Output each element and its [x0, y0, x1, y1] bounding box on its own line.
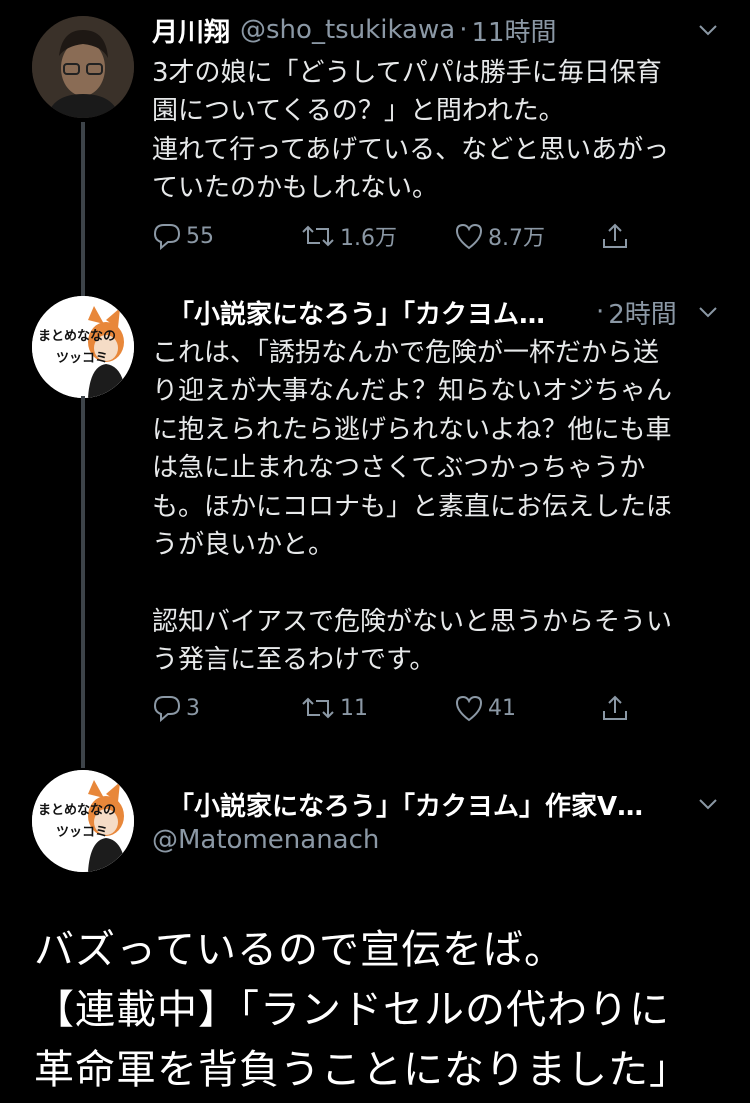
chevron-down-icon[interactable] [696, 18, 720, 42]
tweet-text: 3才の娘に「どうしてパパは勝手に毎日保育 園についてくるの？」と問われた。 連れ… [152, 58, 670, 204]
retweet-button[interactable]: 11 [300, 688, 368, 728]
like-button[interactable]: 8.7万 [454, 216, 545, 256]
thread-line [81, 760, 85, 768]
avatar[interactable]: まとめななの ツッコミ [32, 296, 134, 398]
reply-icon [153, 224, 181, 251]
share-button[interactable] [600, 688, 630, 728]
retweet-count: 11 [340, 695, 368, 721]
avatar-text-line2: ツッコミ [56, 351, 108, 366]
timestamp[interactable]: 11時間 [471, 12, 556, 49]
handle[interactable]: @Matomenanach [152, 825, 379, 855]
display-name[interactable]: 「小説家になろう」「カクヨム… [168, 294, 545, 331]
tweet-handle-row: @Matomenanach [152, 820, 379, 860]
tweet-header-meta: · 2時間 [592, 292, 677, 332]
tweet-header: 月川翔 @sho_tsukikawa · 11時間 [152, 10, 557, 50]
tweet-actions: 3 11 41 [152, 688, 652, 728]
avatar[interactable]: まとめななの ツッコミ [32, 770, 134, 872]
display-name[interactable]: 「小説家になろう」「カクヨム」作家V… [168, 786, 643, 823]
handle[interactable]: @sho_tsukikawa [240, 15, 455, 45]
like-icon [455, 695, 483, 722]
tweet-text: これは、「誘拐なんかで危険が一杯だから送 り迎えが大事なんだよ？知らないオジちゃ… [152, 338, 673, 676]
retweet-button[interactable]: 1.6万 [300, 216, 397, 256]
timestamp[interactable]: 2時間 [608, 294, 677, 331]
chevron-down-icon[interactable] [696, 300, 720, 324]
reply-icon [153, 696, 181, 723]
tweet-3: まとめななの ツッコミ 「小説家になろう」「カクヨム」作家V… @Matomen… [0, 760, 750, 900]
thread-line [81, 122, 85, 290]
thread-line [81, 396, 85, 760]
like-count: 41 [488, 695, 516, 721]
tweet-header: 「小説家になろう」「カクヨム」作家V… [168, 784, 643, 824]
reply-count: 55 [186, 223, 214, 249]
avatar-text-line2: ツッコミ [56, 825, 108, 840]
reply-button[interactable]: 55 [152, 216, 214, 256]
display-name[interactable]: 月川翔 [152, 12, 230, 49]
reply-count: 3 [186, 695, 200, 721]
separator-dot: · [596, 297, 605, 327]
reply-button[interactable]: 3 [152, 688, 200, 728]
promo-caption: バズっているので宣伝をば。 【連載中】「ランドセルの代わりに 革命軍を背負うこと… [34, 927, 690, 1093]
like-count: 8.7万 [488, 226, 545, 251]
avatar-illustration: まとめななの ツッコミ [32, 296, 134, 398]
tweet-actions: 55 1.6万 8.7万 [152, 216, 652, 256]
avatar-text-line1: まとめななの [38, 329, 116, 344]
like-icon [455, 223, 483, 250]
avatar-text-line1: まとめななの [38, 803, 116, 818]
tweet-2: まとめななの ツッコミ 「小説家になろう」「カクヨム… · 2時間 これは、「誘… [0, 290, 750, 760]
retweet-count: 1.6万 [340, 226, 397, 251]
like-button[interactable]: 41 [454, 688, 516, 728]
avatar[interactable] [32, 16, 134, 118]
avatar-photo [32, 16, 134, 118]
retweet-icon [302, 225, 334, 247]
tweet-header: 「小説家になろう」「カクヨム… [168, 292, 545, 332]
retweet-icon [302, 697, 334, 719]
share-icon [603, 223, 627, 248]
avatar-illustration: まとめななの ツッコミ [32, 770, 134, 872]
share-button[interactable] [600, 216, 630, 256]
separator-dot: · [459, 15, 468, 45]
share-icon [603, 695, 627, 720]
tweet-1: 月川翔 @sho_tsukikawa · 11時間 3才の娘に「どうしてパパは勝… [0, 0, 750, 290]
chevron-down-icon[interactable] [696, 792, 720, 816]
